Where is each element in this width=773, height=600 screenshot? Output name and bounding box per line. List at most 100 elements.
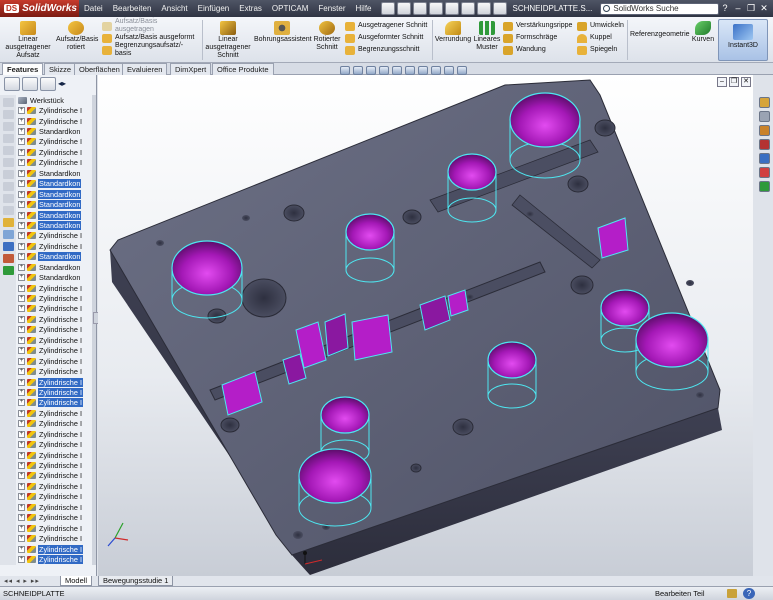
- tree-root[interactable]: Werkstück: [18, 95, 96, 105]
- tree-item[interactable]: + Zylindrische I: [18, 293, 96, 303]
- expand-icon[interactable]: +: [18, 169, 25, 177]
- design-library-icon[interactable]: [759, 111, 770, 122]
- swept-cut-button[interactable]: Ausgetragener Schnitt: [345, 20, 429, 32]
- tab-motion-study[interactable]: Bewegungsstudie 1: [98, 576, 174, 586]
- view-orientation-icon[interactable]: [392, 66, 402, 75]
- new-document-icon[interactable]: [380, 2, 395, 15]
- expand-icon[interactable]: +: [18, 190, 25, 198]
- expand-icon[interactable]: +: [18, 388, 25, 396]
- tab-evaluate[interactable]: Evaluieren: [122, 63, 168, 75]
- viewport-restore-icon[interactable]: ❐: [729, 77, 739, 87]
- menu-bearbeiten[interactable]: Bearbeiten: [108, 0, 157, 17]
- expand-icon[interactable]: +: [18, 503, 25, 511]
- filter-icon[interactable]: [3, 98, 14, 107]
- tree-item[interactable]: + Standardkon: [18, 210, 96, 220]
- tree-item[interactable]: + Zylindrische I: [18, 523, 96, 533]
- tree-item[interactable]: + Zylindrische I: [18, 471, 96, 481]
- expand-icon[interactable]: +: [18, 284, 25, 292]
- tab-features[interactable]: Features: [2, 63, 44, 75]
- save-icon[interactable]: [412, 2, 427, 15]
- expand-icon[interactable]: +: [18, 180, 25, 188]
- tree-item[interactable]: + Zylindrische I: [18, 325, 96, 335]
- feature-tree-tab-icon[interactable]: [4, 77, 20, 91]
- appearance-filter-icon[interactable]: [3, 254, 14, 263]
- tree-item[interactable]: + Standardkon: [18, 262, 96, 272]
- linear-pattern-button[interactable]: Lineares Muster: [473, 19, 501, 52]
- graphics-area[interactable]: – ❐ ✕: [98, 75, 753, 576]
- options-icon[interactable]: [492, 2, 507, 15]
- ref-geometry-button[interactable]: Referenzgeometrie: [630, 31, 690, 39]
- tree-item[interactable]: + Zylindrische I: [18, 158, 96, 168]
- expand-icon[interactable]: +: [18, 357, 25, 365]
- expand-icon[interactable]: +: [18, 253, 25, 261]
- viewport-minimize-icon[interactable]: –: [717, 77, 727, 87]
- expand-icon[interactable]: +: [18, 545, 25, 553]
- tree-item[interactable]: + Standardkon: [18, 199, 96, 210]
- solidworks-logo[interactable]: DS SolidWorks: [0, 0, 80, 17]
- help-arrow-icon[interactable]: ?: [719, 3, 731, 14]
- tree-item[interactable]: + Zylindrische I: [18, 346, 96, 356]
- lofted-cut-button[interactable]: Ausgeformter Schnitt: [345, 32, 429, 44]
- tree-item[interactable]: + Standardkon: [18, 252, 96, 262]
- model-view[interactable]: [98, 75, 753, 576]
- previous-view-icon[interactable]: [366, 66, 376, 75]
- tree-item[interactable]: + Zylindrische I: [18, 513, 96, 523]
- curves-button[interactable]: Kurven: [690, 19, 716, 44]
- expand-icon[interactable]: +: [18, 242, 25, 250]
- tree-item[interactable]: + Zylindrische I: [18, 429, 96, 439]
- display-style-icon[interactable]: [405, 66, 415, 75]
- expand-icon[interactable]: +: [18, 148, 25, 156]
- filter-icon[interactable]: [3, 110, 14, 119]
- viewport-close-icon[interactable]: ✕: [741, 77, 751, 87]
- tree-item[interactable]: + Zylindrische I: [18, 241, 96, 251]
- filter-icon[interactable]: [3, 182, 14, 191]
- tree-item[interactable]: + Zylindrische I: [18, 304, 96, 314]
- tree-item[interactable]: + Zylindrische I: [18, 408, 96, 418]
- expand-icon[interactable]: +: [18, 524, 25, 532]
- boundary-cut-button[interactable]: Begrenzungsschnitt: [345, 44, 429, 56]
- mirror-button[interactable]: Spiegeln: [577, 44, 627, 56]
- mate-filter-icon[interactable]: [3, 242, 14, 251]
- tree-item[interactable]: + Zylindrische I: [18, 398, 96, 408]
- view-palette-icon[interactable]: [759, 153, 770, 164]
- revolve-boss-button[interactable]: Aufsatz/Basis rotiert: [56, 19, 98, 52]
- tree-item[interactable]: + Zylindrische I: [18, 450, 96, 460]
- tree-scrollbar[interactable]: [92, 95, 96, 565]
- expand-icon[interactable]: +: [18, 336, 25, 344]
- view-settings-icon[interactable]: [457, 66, 467, 75]
- expand-icon[interactable]: +: [18, 368, 25, 376]
- tab-dimxpert[interactable]: DimXpert: [170, 63, 212, 75]
- custom-properties-icon[interactable]: [759, 181, 770, 192]
- tree-item[interactable]: + Zylindrische I: [18, 387, 96, 397]
- tree-item[interactable]: + Zylindrische I: [18, 137, 96, 147]
- tab-nav-arrows[interactable]: ◂◂ ◂ ▸ ▸▸: [4, 577, 40, 585]
- hole-wizard-button[interactable]: Bohrungsassistent: [254, 19, 312, 44]
- expand-icon[interactable]: +: [18, 232, 25, 240]
- undo-icon[interactable]: [444, 2, 459, 15]
- zoom-area-icon[interactable]: [353, 66, 363, 75]
- expand-icon[interactable]: +: [18, 514, 25, 522]
- expand-icon[interactable]: +: [18, 138, 25, 146]
- resources-icon[interactable]: [759, 97, 770, 108]
- tree-item[interactable]: + Standardkon: [18, 272, 96, 282]
- tree-item[interactable]: + Zylindrische I: [18, 356, 96, 366]
- expand-icon[interactable]: +: [18, 221, 25, 229]
- expand-icon[interactable]: +: [18, 409, 25, 417]
- rebuild-icon[interactable]: [476, 2, 491, 15]
- restore-icon[interactable]: ❐: [745, 3, 757, 14]
- expand-icon[interactable]: +: [18, 493, 25, 501]
- zoom-to-fit-icon[interactable]: [340, 66, 350, 75]
- tree-item[interactable]: + Zylindrische I: [18, 314, 96, 324]
- expand-icon[interactable]: +: [18, 315, 25, 323]
- tab-office-products[interactable]: Office Produkte: [212, 63, 274, 75]
- shell-button[interactable]: Wandung: [503, 44, 575, 56]
- tab-sketch[interactable]: Skizze: [44, 63, 77, 75]
- expand-icon[interactable]: +: [18, 441, 25, 449]
- expand-icon[interactable]: +: [18, 201, 25, 209]
- rib-button[interactable]: Verstärkungsrippe: [503, 20, 575, 32]
- filter-icon[interactable]: [3, 146, 14, 155]
- axis-filter-icon[interactable]: [3, 230, 14, 239]
- tree-item[interactable]: + Zylindrische I: [18, 105, 96, 115]
- tree-item[interactable]: + Zylindrische I: [18, 554, 96, 564]
- instant3d-button[interactable]: Instant3D: [718, 19, 768, 61]
